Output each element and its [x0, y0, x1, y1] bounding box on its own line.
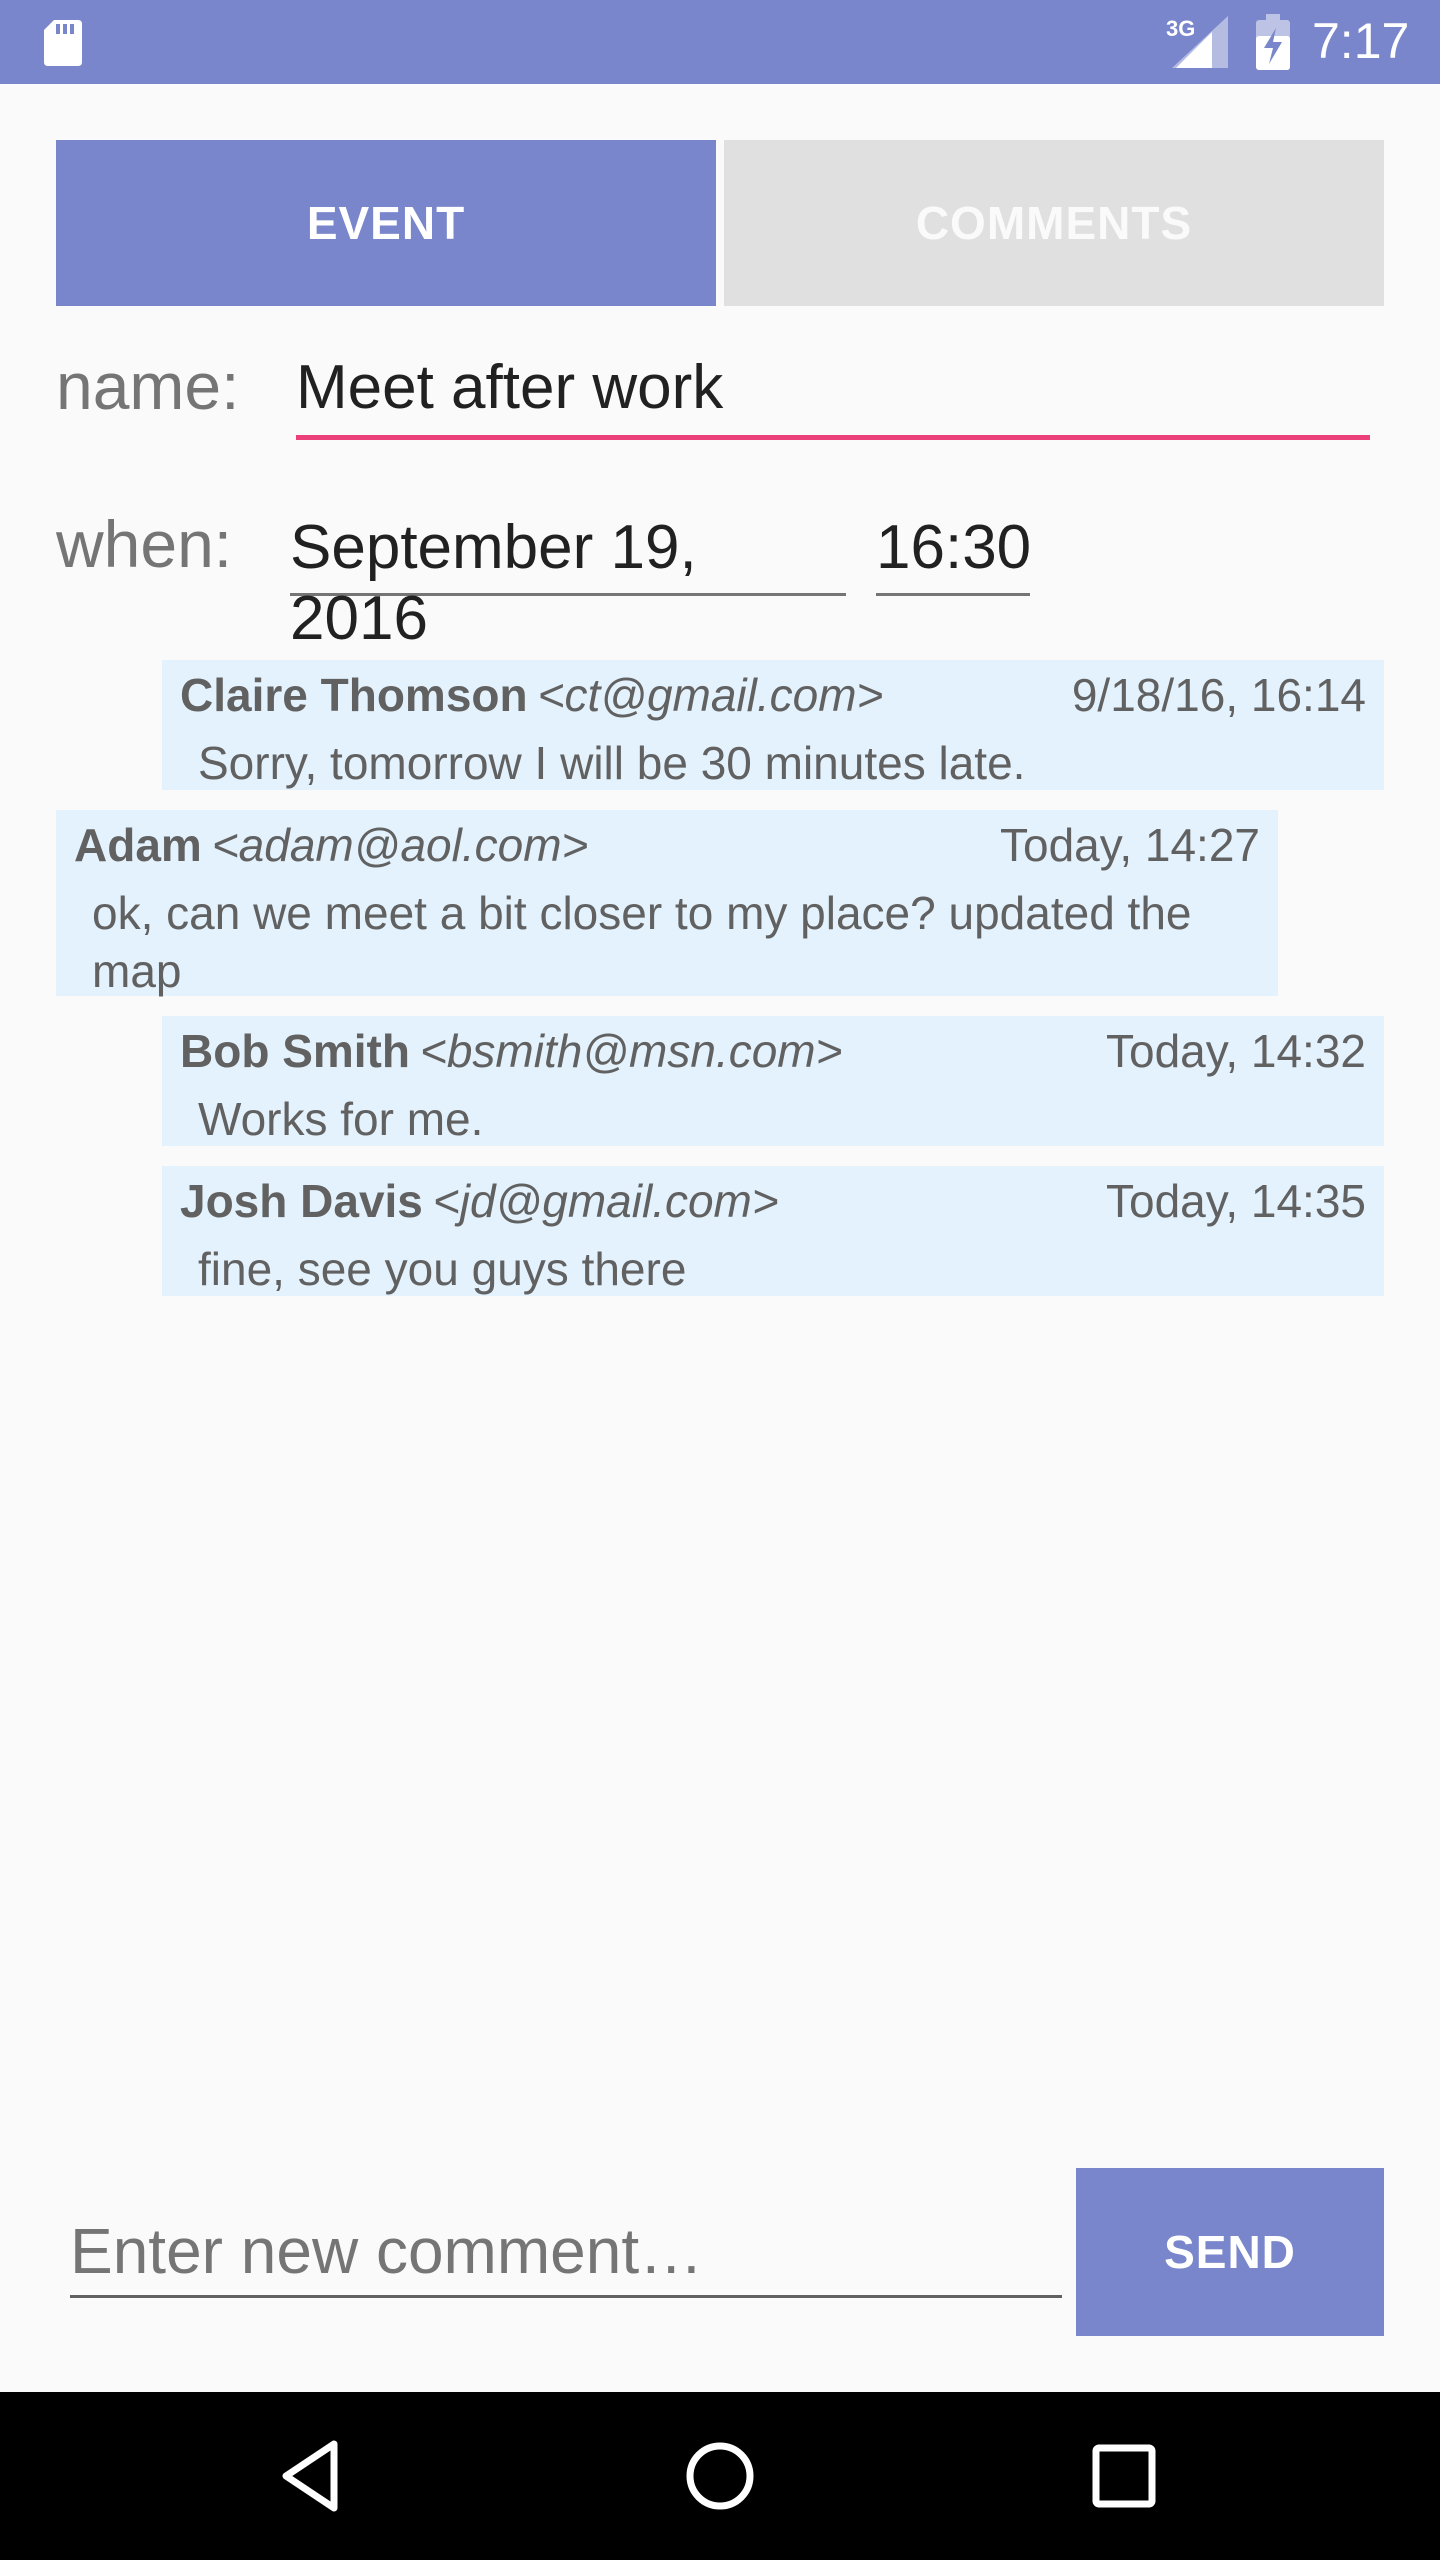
comment-author: Josh Davis: [180, 1175, 423, 1227]
comment-timestamp: Today, 14:27: [999, 819, 1260, 871]
comment-text: Works for me.: [198, 1093, 484, 1145]
tab-comments-label: COMMENTS: [915, 197, 1193, 249]
battery-charging-icon: [1256, 14, 1290, 70]
comment-header: Adam <adam@aol.com>: [74, 818, 588, 872]
comment-item[interactable]: Josh Davis <jd@gmail.com> Today, 14:35 fi…: [162, 1166, 1384, 1296]
back-icon[interactable]: [268, 2428, 364, 2524]
tab-event-label: EVENT: [306, 197, 466, 249]
home-icon[interactable]: [672, 2428, 768, 2524]
comment-email: <adam@aol.com>: [211, 819, 589, 871]
name-label: name:: [56, 349, 240, 423]
name-input[interactable]: Meet after work: [296, 346, 1370, 440]
sd-card-icon: [44, 20, 82, 66]
comment-item[interactable]: Bob Smith <bsmith@msn.com> Today, 14:32 W…: [162, 1016, 1384, 1146]
comment-author: Adam: [74, 819, 202, 871]
new-comment-input[interactable]: Enter new comment…: [70, 2208, 1062, 2298]
comment-email: <jd@gmail.com>: [432, 1175, 779, 1227]
comment-text: ok, can we meet a bit closer to my place…: [92, 887, 1192, 997]
status-bar: 3G 7:17: [0, 0, 1440, 84]
send-button-label: SEND: [1164, 2226, 1296, 2278]
comment-timestamp: 9/18/16, 16:14: [1071, 669, 1366, 721]
time-picker-field[interactable]: 16:30: [876, 506, 1031, 596]
comment-header: Bob Smith <bsmith@msn.com>: [180, 1024, 842, 1078]
comment-header: Josh Davis <jd@gmail.com>: [180, 1174, 779, 1228]
status-clock: 7:17: [1312, 13, 1410, 69]
navigation-bar: [0, 2392, 1440, 2560]
comment-email: <ct@gmail.com>: [537, 669, 884, 721]
date-picker-field[interactable]: September 19, 2016: [290, 506, 846, 653]
tab-event[interactable]: EVENT: [56, 140, 716, 306]
comment-email: <bsmith@msn.com>: [419, 1025, 843, 1077]
comment-header: Claire Thomson <ct@gmail.com>: [180, 668, 883, 722]
comment-item[interactable]: Adam <adam@aol.com> Today, 14:27 ok, can …: [56, 810, 1278, 997]
comment-author: Bob Smith: [180, 1025, 410, 1077]
comment-timestamp: Today, 14:35: [1105, 1175, 1366, 1227]
signal-icon: [1172, 16, 1228, 68]
recents-icon[interactable]: [1076, 2428, 1172, 2524]
tab-comments[interactable]: COMMENTS: [724, 140, 1384, 306]
comment-item[interactable]: Claire Thomson <ct@gmail.com> 9/18/16, 16…: [162, 660, 1384, 790]
when-label: when:: [56, 507, 233, 581]
comment-text: fine, see you guys there: [198, 1243, 687, 1295]
comment-text: Sorry, tomorrow I will be 30 minutes lat…: [198, 737, 1026, 789]
send-button[interactable]: SEND: [1076, 2168, 1384, 2336]
comment-author: Claire Thomson: [180, 669, 528, 721]
comment-timestamp: Today, 14:32: [1105, 1025, 1366, 1077]
